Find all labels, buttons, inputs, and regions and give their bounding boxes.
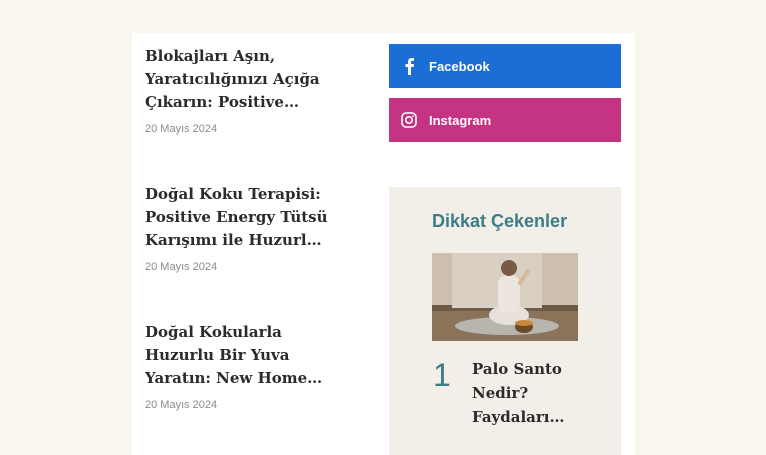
featured-heading: Dikkat Çekenler bbox=[432, 211, 568, 231]
post-title[interactable]: Doğal Kokularla Huzurlu Bir Yuva Yaratın… bbox=[145, 321, 330, 390]
instagram-label: Instagram bbox=[429, 112, 492, 128]
featured-rank: 1 bbox=[433, 357, 451, 393]
post-item[interactable]: Blokajları Aşın, Yaratıcılığınızı Açığa … bbox=[145, 45, 330, 135]
post-item[interactable]: Doğal Kokularla Huzurlu Bir Yuva Yaratın… bbox=[145, 321, 330, 411]
post-title[interactable]: Blokajları Aşın, Yaratıcılığınızı Açığa … bbox=[145, 45, 330, 114]
post-date: 20 Mayıs 2024 bbox=[145, 261, 218, 273]
post-date: 20 Mayıs 2024 bbox=[145, 123, 218, 135]
post-date: 20 Mayıs 2024 bbox=[145, 399, 218, 411]
instagram-icon bbox=[389, 112, 429, 128]
facebook-icon bbox=[389, 57, 429, 75]
instagram-button[interactable]: Instagram bbox=[389, 98, 621, 142]
featured-panel: Dikkat Çekenler 1 Palo Santo Nedir? Fayd… bbox=[389, 187, 621, 455]
featured-title[interactable]: Palo Santo Nedir? Faydaları… bbox=[472, 357, 572, 429]
post-title[interactable]: Doğal Koku Terapisi: Positive Energy Tüt… bbox=[145, 183, 330, 252]
facebook-label: Facebook bbox=[429, 58, 490, 74]
featured-thumbnail[interactable] bbox=[432, 253, 578, 341]
facebook-button[interactable]: Facebook bbox=[389, 44, 621, 88]
post-item[interactable]: Doğal Koku Terapisi: Positive Energy Tüt… bbox=[145, 183, 330, 273]
